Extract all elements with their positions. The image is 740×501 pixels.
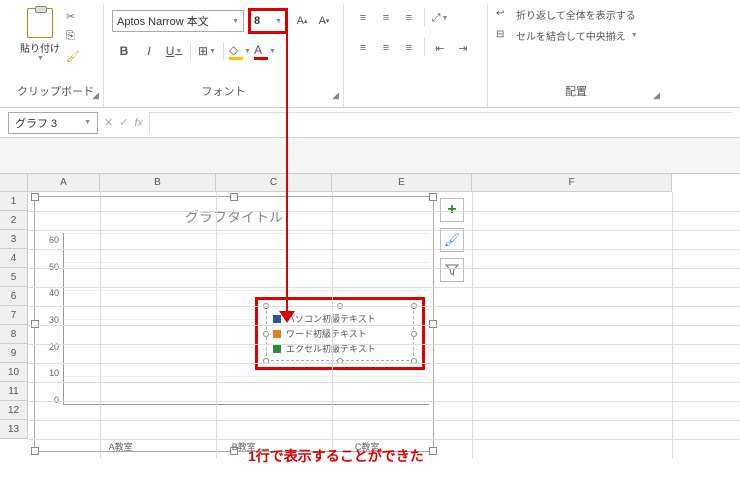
row-header[interactable]: 12 <box>0 401 28 420</box>
row-header[interactable]: 9 <box>0 344 28 363</box>
chevron-down-icon: ▼ <box>275 18 282 25</box>
row-header[interactable]: 11 <box>0 382 28 401</box>
col-header[interactable]: A <box>28 174 100 192</box>
cut-button[interactable]: ✂ <box>66 10 84 26</box>
row-header[interactable]: 3 <box>0 230 28 249</box>
chevron-down-icon: ▼ <box>631 32 638 39</box>
font-group-label: フォント <box>112 79 335 103</box>
merge-icon: ⊟ <box>496 29 512 43</box>
resize-handle[interactable] <box>429 320 437 328</box>
paste-label: 貼り付け <box>20 40 60 55</box>
row-header[interactable]: 1 <box>0 192 28 211</box>
row-header[interactable]: 8 <box>0 325 28 344</box>
select-all-corner[interactable] <box>0 174 28 192</box>
row-header[interactable]: 7 <box>0 306 28 325</box>
name-box-value: グラフ 3 <box>15 115 57 131</box>
underline-button[interactable]: U▼ <box>162 40 186 62</box>
resize-handle[interactable] <box>31 320 39 328</box>
resize-handle[interactable] <box>230 193 238 201</box>
selection-handle[interactable] <box>411 331 417 337</box>
clipboard-icon <box>27 8 53 38</box>
row-header[interactable]: 2 <box>0 211 28 230</box>
align-top-button[interactable]: ≡ <box>352 8 374 28</box>
cancel-formula-button[interactable]: ✕ <box>104 116 113 129</box>
wrap-text-button[interactable]: ↩ 折り返して全体を表示する <box>496 4 656 25</box>
y-tick-label: 30 <box>49 315 59 325</box>
merge-center-label: セルを結合して中央揃え <box>516 28 626 43</box>
chevron-down-icon: ▼ <box>84 119 91 126</box>
shrink-font-button[interactable]: A▾ <box>314 11 334 31</box>
name-box[interactable]: グラフ 3 ▼ <box>8 112 98 134</box>
font-size-select[interactable]: 8 ▼ <box>248 8 288 34</box>
col-header[interactable]: E <box>332 174 472 192</box>
clipboard-group-label: クリップボード <box>16 79 95 103</box>
increase-indent-button[interactable]: ⇥ <box>452 38 474 58</box>
chevron-down-icon: ▼ <box>232 18 239 25</box>
wrap-text-icon: ↩ <box>496 8 512 22</box>
align-bottom-button[interactable]: ≡ <box>398 8 420 28</box>
legend-label: ワード初級テキスト <box>286 327 367 340</box>
col-header[interactable]: C <box>216 174 332 192</box>
chevron-down-icon: ▼ <box>37 55 44 62</box>
y-tick-label: 10 <box>49 368 59 378</box>
row-header[interactable]: 4 <box>0 249 28 268</box>
legend-item[interactable]: ワード初級テキスト <box>273 326 407 341</box>
enter-formula-button[interactable]: ✓ <box>119 116 128 129</box>
x-tick-label: A教室 <box>109 440 133 453</box>
y-tick-label: 0 <box>54 395 59 405</box>
dialog-launcher-icon[interactable]: ◢ <box>332 90 339 101</box>
chart-title[interactable]: グラフタイトル <box>35 197 433 233</box>
grow-font-button[interactable]: A▴ <box>292 11 312 31</box>
row-header[interactable]: 13 <box>0 420 28 439</box>
selection-handle[interactable] <box>263 331 269 337</box>
copy-button[interactable]: ⎘ <box>66 30 84 46</box>
resize-handle[interactable] <box>31 447 39 455</box>
orientation-button[interactable]: ⤢▼ <box>429 8 451 28</box>
y-tick-label: 40 <box>49 288 59 298</box>
font-size-value: 8 <box>254 15 260 27</box>
wrap-text-label: 折り返して全体を表示する <box>516 7 636 22</box>
col-header[interactable]: F <box>472 174 672 192</box>
legend-swatch <box>273 330 281 338</box>
annotation-arrow <box>286 32 288 317</box>
italic-button[interactable]: I <box>137 40 161 62</box>
resize-handle[interactable] <box>429 447 437 455</box>
resize-handle[interactable] <box>31 193 39 201</box>
chart-legend[interactable]: パソコン初級テキストワード初級テキストエクセル初級テキスト <box>255 297 425 370</box>
font-name-select[interactable]: Aptos Narrow 本文 ▼ <box>112 10 244 32</box>
font-color-button[interactable]: A▼ <box>253 40 277 62</box>
align-middle-button[interactable]: ≡ <box>375 8 397 28</box>
chart-filter-button[interactable] <box>440 258 464 282</box>
dialog-launcher-icon[interactable]: ◢ <box>92 90 99 101</box>
merge-center-button[interactable]: ⊟ セルを結合して中央揃え ▼ <box>496 25 656 46</box>
fx-button[interactable]: fx <box>134 117 143 129</box>
align-right-button[interactable]: ≡ <box>398 38 420 58</box>
col-header[interactable]: B <box>100 174 216 192</box>
row-header[interactable]: 6 <box>0 287 28 306</box>
format-painter-button[interactable]: 🖌 <box>66 50 84 66</box>
annotation-arrow-head <box>279 311 295 323</box>
align-center-button[interactable]: ≡ <box>375 38 397 58</box>
paste-button[interactable]: 貼り付け ▼ <box>16 8 64 62</box>
bold-button[interactable]: B <box>112 40 136 62</box>
annotation-callout: 1行で表示することができた <box>248 446 424 466</box>
row-header[interactable]: 5 <box>0 268 28 287</box>
chart-object[interactable]: グラフタイトル 6050403020100 A教室B教室C教室 <box>34 196 434 452</box>
legend-label: パソコン初級テキスト <box>286 312 376 325</box>
font-name-value: Aptos Narrow 本文 <box>117 13 209 29</box>
dialog-launcher-icon[interactable]: ◢ <box>653 90 660 101</box>
y-tick-label: 50 <box>49 262 59 272</box>
chart-elements-button[interactable]: + <box>440 198 464 222</box>
formula-input[interactable] <box>149 112 732 134</box>
resize-handle[interactable] <box>429 193 437 201</box>
row-header[interactable]: 10 <box>0 363 28 382</box>
fill-color-button[interactable]: ◇▼ <box>228 40 252 62</box>
decrease-indent-button[interactable]: ⇤ <box>429 38 451 58</box>
align-left-button[interactable]: ≡ <box>352 38 374 58</box>
legend-swatch <box>273 345 281 353</box>
y-tick-label: 60 <box>49 235 59 245</box>
align-group-label: 配置 <box>496 79 656 103</box>
borders-button[interactable]: ⊞▼ <box>195 40 219 62</box>
